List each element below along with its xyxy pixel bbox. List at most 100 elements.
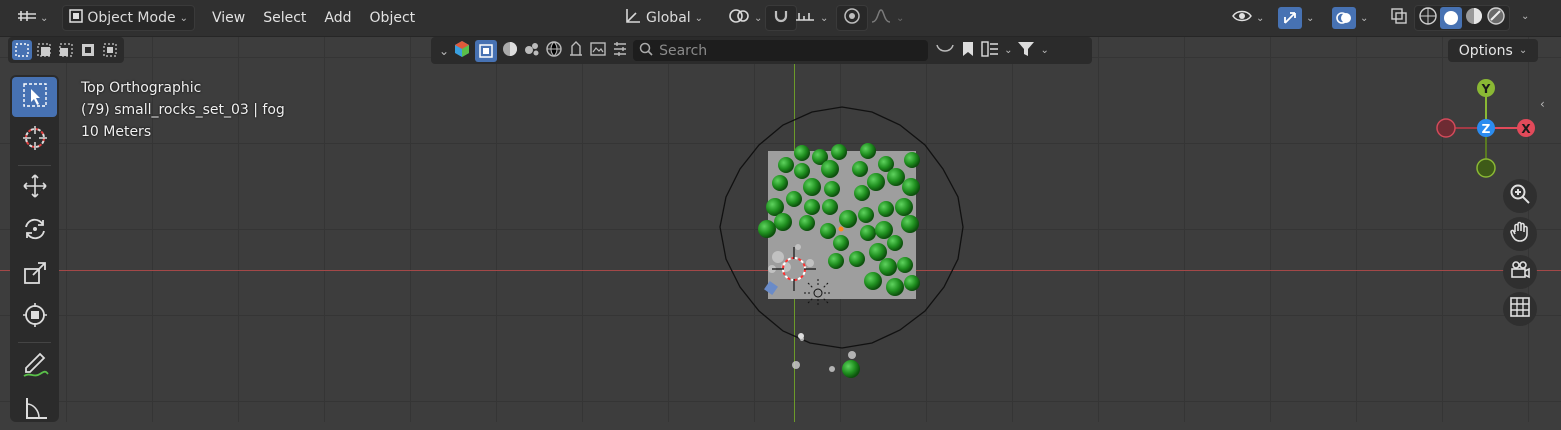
image-filter-icon[interactable] [589,40,607,62]
3d-viewport[interactable]: Top Orthographic (79) small_rocks_set_03… [0,37,1561,422]
selection-mode-bar [8,37,124,63]
menu-select[interactable]: Select [254,6,315,30]
options-dropdown[interactable]: Options ⌄ [1448,39,1538,62]
chevron-down-icon: ⌄ [1256,12,1265,24]
falloff-curve-icon [870,8,892,28]
annotate-tool[interactable] [12,347,57,387]
options-label: Options [1458,42,1513,59]
pencil-icon [20,350,50,384]
scene-filter-icon[interactable] [567,40,585,62]
view-name: Top Orthographic [81,80,202,96]
grid-icon [1509,296,1531,322]
chevron-down-icon: ⌄ [694,12,704,24]
select-invert-icon[interactable] [78,40,98,60]
tool-shelf [10,75,59,422]
snap-increment-icon [794,8,816,28]
viewport-info: Top Orthographic (79) small_rocks_set_03… [81,77,285,143]
chevron-down-icon[interactable]: ⌄ [1004,45,1012,56]
viewport-header: ⌄ Object Mode ⌄ View Select Add Object G… [0,0,1561,37]
world-filter-icon[interactable] [545,40,563,62]
measure-tool[interactable] [12,390,57,430]
proportional-icon [843,7,861,29]
xray-icon [1390,7,1408,29]
menu-object[interactable]: Object [361,6,425,30]
select-subtract-icon[interactable] [56,40,76,60]
particles-filter-icon[interactable] [523,40,541,62]
y-axis-handle: Y [1477,79,1495,97]
3d-cursor-icon [20,123,50,157]
overlays-toggle[interactable]: ⌄ [1326,6,1374,30]
falloff-dropdown[interactable]: ⌄ [864,6,910,30]
zoom-button[interactable] [1503,179,1537,213]
display-mode-icon[interactable] [980,40,1000,62]
pan-button[interactable] [1503,217,1537,251]
chevron-down-icon: ⌄ [1306,12,1315,24]
overlays-icon [1332,7,1356,29]
origin-point [838,226,844,232]
navigation-gizmo[interactable]: Y X Z [1430,75,1540,185]
rendered-shading-icon[interactable] [1486,6,1506,30]
view-filter-bar: ⌄ Search ⌄ ⌄ [431,37,1092,64]
material-filter-icon[interactable] [501,40,519,62]
svg-text:Z: Z [1482,122,1491,136]
snap-target-dropdown[interactable]: ⌄ [788,6,834,30]
xray-toggle[interactable] [1384,6,1414,30]
chevron-down-icon: ⌄ [754,12,763,24]
cursor-tool[interactable] [12,120,57,160]
tool-divider [18,165,51,166]
hand-icon [1509,221,1531,247]
move-tool[interactable] [12,168,57,208]
gizmo-icon [1278,7,1302,29]
transform-orientation-dropdown[interactable]: Global ⌄ [618,6,709,30]
search-input[interactable]: Search [633,40,929,61]
scene-objects[interactable] [700,97,990,397]
chevron-down-icon[interactable]: ⌄ [1040,45,1048,56]
x-axis-handle: X [1517,119,1535,137]
menu-add[interactable]: Add [315,6,360,30]
wireframe-shading-icon[interactable] [1418,6,1438,30]
tool-divider [18,342,51,343]
rotate-tool[interactable] [12,211,57,251]
select-extend-icon[interactable] [34,40,54,60]
svg-text:X: X [1521,122,1531,136]
gizmo-toggle[interactable]: ⌄ [1272,6,1320,30]
sidebar-toggle-chevron-icon[interactable]: ‹ [1540,97,1545,111]
camera-icon [1509,259,1531,285]
pivot-point-dropdown[interactable]: ⌄ [722,6,768,30]
select-cursor-icon [21,81,49,113]
color-wheel-icon[interactable] [453,40,471,62]
object-filter-icon[interactable] [475,39,498,62]
camera-view-button[interactable] [1503,255,1537,289]
solid-shading-icon[interactable] [1440,7,1462,29]
editor-type-button[interactable]: ⌄ [12,6,54,30]
transform-icon [21,301,49,333]
select-box-tool[interactable] [12,77,57,117]
data-filter-icon[interactable] [611,40,629,62]
filter-funnel-icon[interactable] [1016,40,1036,62]
mode-label: Object Mode [87,10,176,26]
mode-dropdown[interactable]: Object Mode ⌄ [62,5,195,31]
curve-icon[interactable] [934,40,956,62]
search-placeholder: Search [659,42,708,59]
select-intersect-icon[interactable] [100,40,120,60]
bookmark-icon[interactable] [960,40,976,62]
shading-options-chevron-icon[interactable]: ⌄ [1521,11,1529,22]
eye-icon [1232,8,1252,28]
orientation-icon [624,7,642,29]
chevron-down-icon: ⌄ [820,12,829,24]
perspective-toggle-button[interactable] [1503,292,1537,326]
menu-view[interactable]: View [203,6,254,30]
pivot-icon [728,7,750,29]
select-new-icon[interactable] [12,40,32,60]
rotate-icon [21,215,49,247]
object-info: (79) small_rocks_set_03 | fog [81,102,285,118]
chevron-down-icon[interactable]: ⌄ [439,44,449,58]
material-shading-icon[interactable] [1464,6,1484,30]
transform-tool[interactable] [12,297,57,337]
object-visibility-dropdown[interactable]: ⌄ [1226,6,1270,30]
shading-mode-group [1414,5,1510,31]
chevron-down-icon: ⌄ [1360,12,1369,24]
scale-tool[interactable] [12,255,57,295]
chevron-down-icon: ⌄ [179,12,188,24]
neg-y-axis-handle [1476,158,1496,178]
